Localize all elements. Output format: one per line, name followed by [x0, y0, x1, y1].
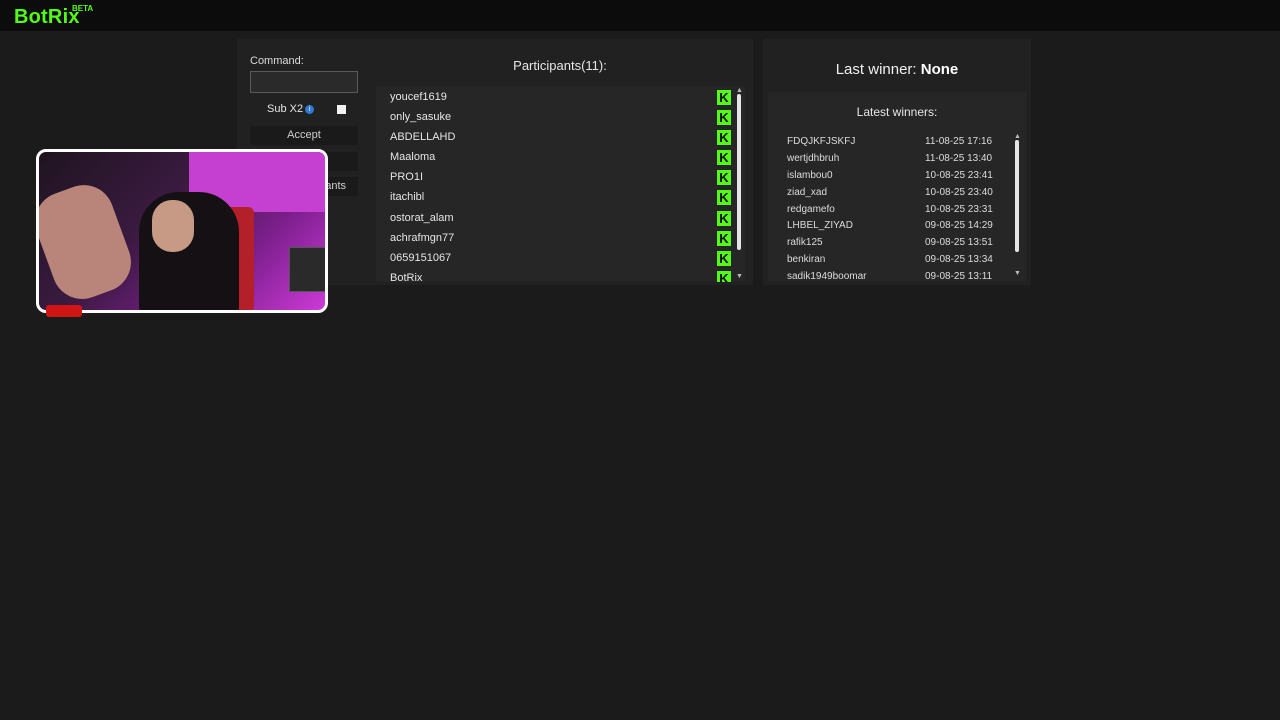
winner-row: redgamefo 10-08-25 23:31 [787, 201, 1007, 218]
participant-name: 0659151067 [390, 252, 452, 264]
participant-row[interactable]: ostorat_alam K [390, 208, 731, 228]
participant-name: ostorat_alam [390, 212, 454, 224]
webcam-face [152, 200, 194, 252]
winner-row: sadik1949boomar 09-08-25 13:11 [787, 268, 1007, 282]
kick-icon: K [717, 150, 731, 165]
winner-date: 10-08-25 23:40 [925, 187, 993, 198]
participants-list: youcef1619 K only_sasuke K ABDELLAHD K Maal… [376, 86, 745, 282]
kick-icon: K [717, 251, 731, 266]
participant-row[interactable]: achrafmgn77 K [390, 228, 731, 248]
winner-row: islambou0 10-08-25 23:41 [787, 167, 1007, 184]
sub-x2-checkbox[interactable] [337, 105, 346, 114]
webcam-monitor [289, 247, 325, 292]
winner-date: 10-08-25 23:31 [925, 204, 993, 215]
kick-icon: K [717, 90, 731, 105]
participant-name: PRO1I [390, 171, 424, 183]
kick-icon: K [717, 211, 731, 226]
winner-date: 10-08-25 23:41 [925, 170, 993, 181]
winner-name: ziad_xad [787, 187, 828, 198]
participant-name: ABDELLAHD [390, 131, 456, 143]
kick-icon: K [717, 110, 731, 125]
winner-name: wertjdhbruh [787, 153, 840, 164]
participant-row[interactable]: ABDELLAHD K [390, 127, 731, 147]
kick-icon: K [717, 190, 731, 205]
accept-button[interactable]: Accept [250, 126, 358, 145]
winner-row: FDQJKFJSKFJ 11-08-25 17:16 [787, 133, 1007, 150]
last-winner-value: None [920, 61, 959, 78]
winner-date: 09-08-25 14:29 [925, 220, 993, 231]
last-winner-label: Last winner: [835, 61, 917, 78]
winner-name: benkiran [787, 254, 826, 265]
last-winner: Last winner: None [763, 61, 1031, 78]
participant-name: achrafmgn77 [390, 232, 455, 244]
winner-date: 09-08-25 13:11 [925, 271, 993, 282]
webcam-badge [46, 305, 82, 317]
winner-date: 09-08-25 13:51 [925, 237, 993, 248]
scroll-down-arrow-icon[interactable]: ▼ [1014, 270, 1021, 277]
command-input[interactable] [250, 71, 358, 93]
winner-name: rafik125 [787, 237, 823, 248]
winner-row: wertjdhbruh 11-08-25 13:40 [787, 150, 1007, 167]
webcam-hand [39, 176, 140, 308]
app-logo[interactable]: BotRix [14, 6, 80, 29]
participant-name: itachibl [390, 191, 425, 203]
winner-name: redgamefo [787, 204, 835, 215]
kick-icon: K [717, 271, 731, 282]
kick-icon: K [717, 231, 731, 246]
winner-name: LHBEL_ZIYAD [787, 220, 853, 231]
winner-date: 09-08-25 13:34 [925, 254, 993, 265]
latest-winners-list: Latest winners: FDQJKFJSKFJ 11-08-25 17:1… [768, 92, 1026, 282]
winner-row: benkiran 09-08-25 13:34 [787, 251, 1007, 268]
top-bar: BotRix BETA [0, 0, 1280, 31]
kick-icon: K [717, 130, 731, 145]
participant-name: only_sasuke [390, 111, 452, 123]
info-icon[interactable]: i [305, 105, 314, 114]
participant-name: youcef1619 [390, 91, 447, 103]
winner-name: sadik1949boomar [787, 271, 867, 282]
winner-row: LHBEL_ZIYAD 09-08-25 14:29 [787, 217, 1007, 234]
participant-row[interactable]: 0659151067 K [390, 248, 731, 268]
sub-x2-label: Sub X2 [267, 103, 304, 115]
winner-name: FDQJKFJSKFJ [787, 136, 856, 147]
command-label: Command: [250, 55, 304, 67]
participant-name: BotRix [390, 272, 423, 282]
latest-winners-title: Latest winners: [856, 105, 938, 119]
participant-name: Maaloma [390, 151, 436, 163]
beta-badge: BETA [72, 4, 94, 13]
winners-scrollbar[interactable] [1015, 140, 1019, 252]
kick-icon: K [717, 170, 731, 185]
participants-scrollbar[interactable] [737, 94, 741, 250]
winner-date: 11-08-25 17:16 [925, 136, 993, 147]
scroll-up-arrow-icon[interactable]: ▲ [736, 87, 743, 94]
participant-row[interactable]: Maaloma K [390, 147, 731, 167]
winner-row: ziad_xad 10-08-25 23:40 [787, 184, 1007, 201]
winner-date: 11-08-25 13:40 [925, 153, 993, 164]
participants-title: Participants(11): [513, 58, 607, 73]
participant-row[interactable]: PRO1I K [390, 167, 731, 187]
winner-row: rafik125 09-08-25 13:51 [787, 234, 1007, 251]
webcam-overlay [36, 149, 328, 313]
scroll-up-arrow-icon[interactable]: ▲ [1014, 133, 1021, 140]
participant-row[interactable]: BotRix K [390, 268, 731, 282]
scroll-down-arrow-icon[interactable]: ▼ [736, 273, 743, 280]
winner-name: islambou0 [787, 170, 833, 181]
participant-row[interactable]: youcef1619 K [390, 87, 731, 107]
participant-row[interactable]: itachibl K [390, 187, 731, 207]
participant-row[interactable]: only_sasuke K [390, 107, 731, 127]
